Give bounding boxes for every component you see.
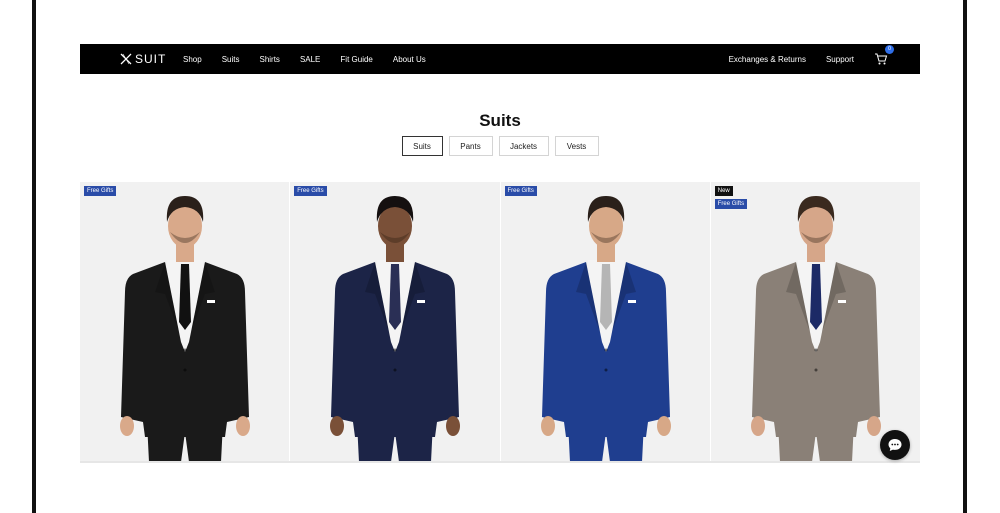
nav-sale-link[interactable]: SALE [300, 55, 320, 64]
tie-shape [389, 264, 402, 330]
nav-shop-link[interactable]: Shop [183, 55, 202, 64]
brand-name: SUIT [135, 52, 167, 66]
nav-fit-guide-link[interactable]: Fit Guide [340, 55, 372, 64]
chat-button[interactable] [880, 430, 910, 460]
button-shape [183, 348, 187, 352]
product-image [750, 196, 881, 462]
hand-right-shape [446, 416, 461, 436]
cart-icon [875, 53, 888, 65]
nav-exchanges-returns-link[interactable]: Exchanges & Returns [729, 55, 806, 64]
button-shape [183, 368, 187, 372]
hand-right-shape [866, 416, 881, 436]
top-navbar: SUIT Shop Suits Shirts SALE Fit Guide Ab… [80, 44, 920, 74]
button-shape [814, 368, 818, 372]
tab-pants[interactable]: Pants [448, 136, 493, 156]
free-gifts-badge: Free Gifts [84, 186, 117, 196]
x-mark-icon [120, 53, 132, 65]
hand-left-shape [330, 416, 345, 436]
button-shape [814, 348, 818, 352]
tie-shape [809, 264, 822, 330]
tab-vests[interactable]: Vests [554, 136, 599, 156]
button-shape [393, 348, 397, 352]
tie-shape [179, 264, 191, 330]
tie-shape [599, 264, 612, 330]
hand-left-shape [750, 416, 765, 436]
chat-bubble-icon [888, 439, 902, 451]
hand-right-shape [656, 416, 671, 436]
button-shape [393, 368, 397, 372]
nav-suits-link[interactable]: Suits [222, 55, 240, 64]
pocket-square-shape [837, 300, 846, 303]
nav-shirts-link[interactable]: Shirts [259, 55, 279, 64]
button-shape [604, 368, 607, 372]
window-frame-left [32, 0, 36, 513]
free-gifts-badge: Free Gifts [714, 199, 748, 209]
product-card[interactable]: Free Gifts [289, 182, 500, 462]
pocket-square-shape [627, 300, 636, 303]
window-frame-right [963, 0, 967, 513]
product-card[interactable]: Free Gifts [499, 182, 710, 462]
product-card[interactable]: Free Gifts [80, 182, 290, 462]
secondary-nav: Exchanges & Returns Support 0 [709, 44, 894, 74]
product-card[interactable]: New Free Gifts [709, 182, 920, 462]
free-gifts-badge: Free Gifts [294, 186, 327, 196]
hand-left-shape [540, 416, 555, 436]
product-grid: Free Gifts Free Gifts Free Gifts New Fre… [80, 182, 920, 462]
primary-nav: Shop Suits Shirts SALE Fit Guide About U… [183, 44, 446, 74]
carousel-scrollbar[interactable] [80, 461, 920, 463]
nav-support-link[interactable]: Support [826, 55, 854, 64]
product-image [540, 196, 671, 462]
category-tabs: Suits Pants Jackets Vests [0, 136, 1000, 156]
page-title: Suits [479, 111, 521, 131]
cart-button[interactable]: 0 [874, 45, 894, 66]
tab-jackets[interactable]: Jackets [498, 136, 549, 156]
product-image [120, 196, 250, 462]
free-gifts-badge: Free Gifts [504, 186, 537, 196]
button-shape [604, 348, 607, 352]
brand-logo[interactable]: SUIT [120, 52, 166, 66]
hand-right-shape [236, 416, 250, 436]
new-badge: New [714, 186, 733, 196]
cart-count-badge: 0 [885, 45, 894, 54]
tab-suits[interactable]: Suits [401, 136, 443, 156]
pocket-square-shape [417, 300, 426, 303]
pocket-square-shape [207, 300, 215, 303]
nav-about-us-link[interactable]: About Us [393, 55, 426, 64]
product-image [330, 196, 461, 462]
hand-left-shape [120, 416, 134, 436]
